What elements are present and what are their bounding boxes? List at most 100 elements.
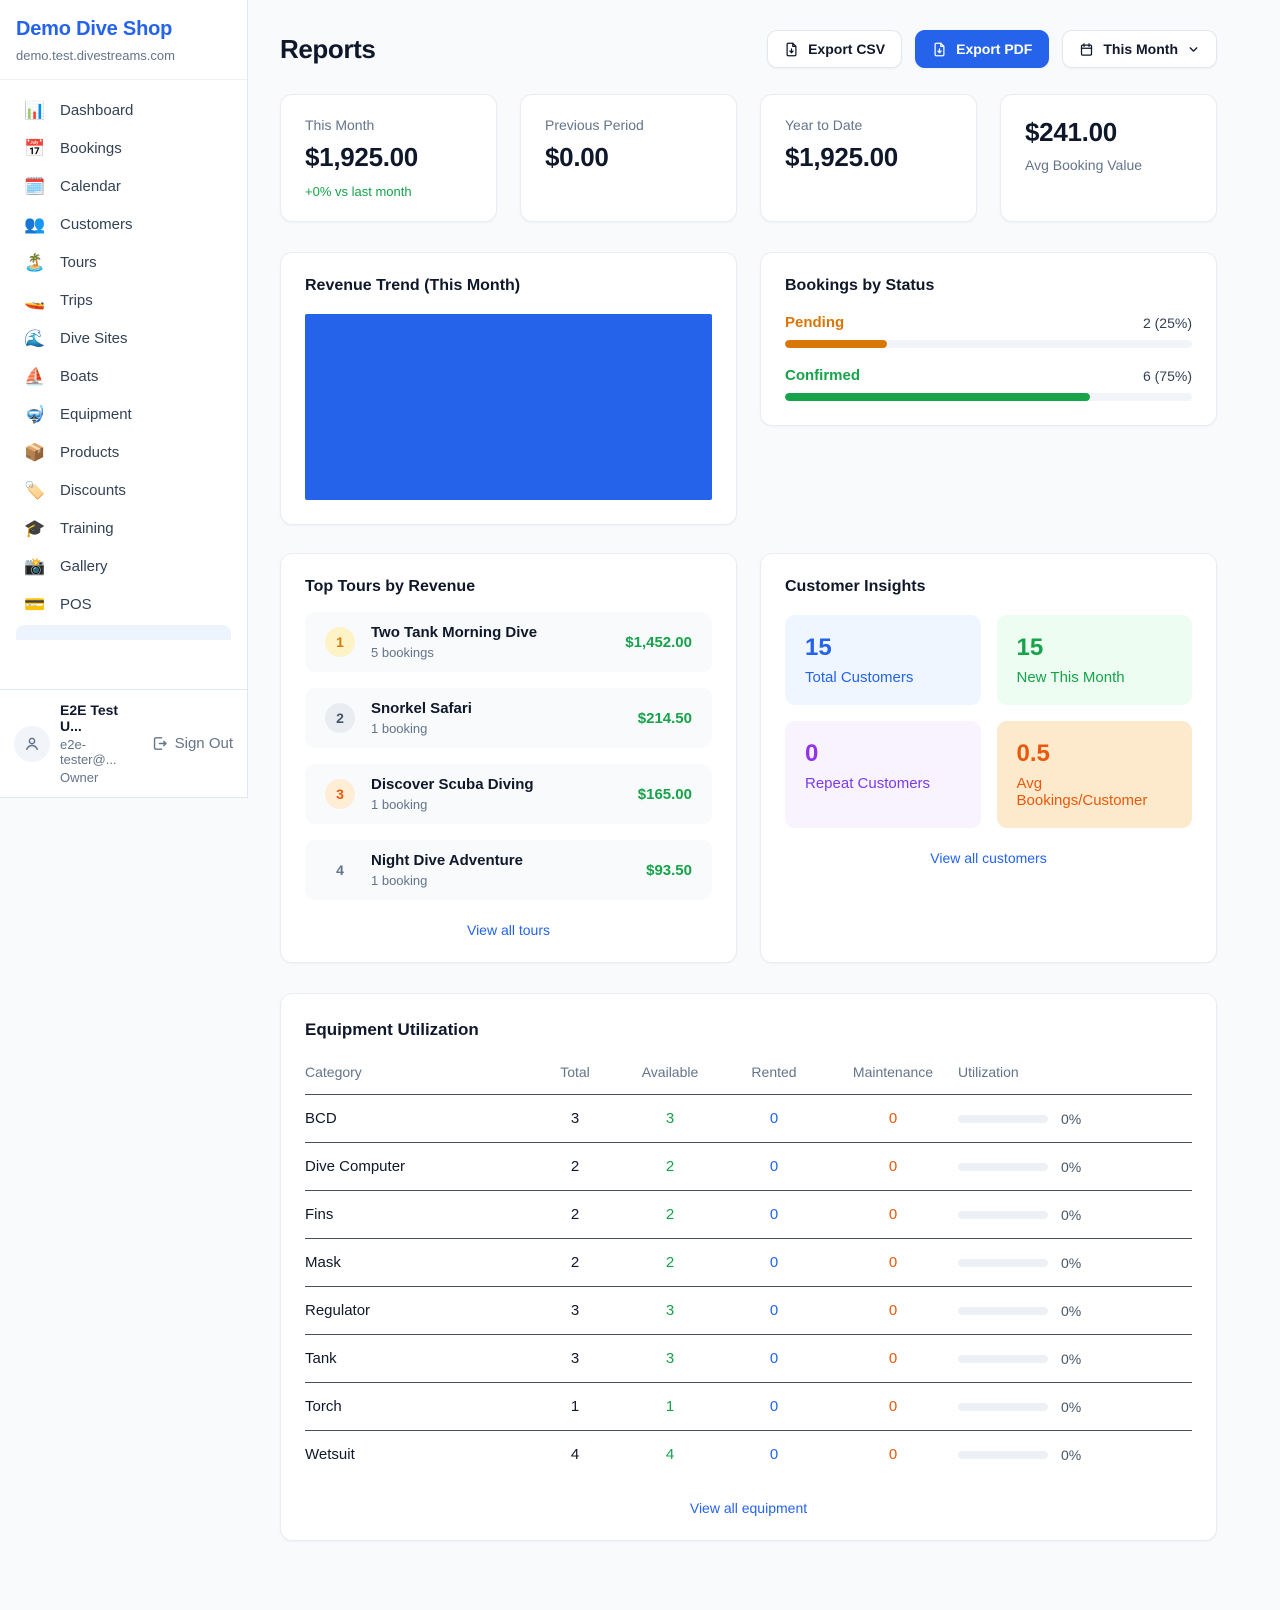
stat-value: $1,925.00	[785, 142, 952, 173]
cell-total: 2	[530, 1239, 620, 1287]
export-csv-label: Export CSV	[808, 41, 885, 57]
revenue-trend-card: Revenue Trend (This Month)	[280, 252, 737, 525]
cell-total: 1	[530, 1383, 620, 1431]
status-row-confirmed: Confirmed 6 (75%)	[785, 367, 1192, 401]
sidebar-item-customers[interactable]: 👥 Customers	[8, 206, 239, 243]
status-bar-fill	[785, 393, 1090, 401]
sidebar-item-trips[interactable]: 🚤 Trips	[8, 282, 239, 319]
table-row: Torch 1 1 0 0 0%	[305, 1383, 1192, 1431]
user-name: E2E Test U...	[60, 702, 141, 734]
cell-category: Fins	[305, 1191, 530, 1239]
tour-bookings: 1 booking	[371, 797, 622, 812]
sidebar-item-label: Dashboard	[60, 102, 133, 119]
sidebar-item-equipment[interactable]: 🤿 Equipment	[8, 396, 239, 433]
cell-rented: 0	[720, 1239, 828, 1287]
sidebar-item-dashboard[interactable]: 📊 Dashboard	[8, 92, 239, 129]
sidebar-item-training[interactable]: 🎓 Training	[8, 510, 239, 547]
sidebar-item-bookings[interactable]: 📅 Bookings	[8, 130, 239, 167]
bookings-icon: 📅	[24, 140, 46, 157]
equipment-utilization-title: Equipment Utilization	[305, 1020, 1192, 1040]
cell-category: BCD	[305, 1095, 530, 1143]
status-bar-track	[785, 340, 1192, 348]
utilization-bar	[958, 1163, 1048, 1171]
equipment-utilization-card: Equipment Utilization Category Total Ava…	[280, 993, 1217, 1541]
products-icon: 📦	[24, 444, 46, 461]
export-pdf-button[interactable]: Export PDF	[915, 30, 1049, 68]
sign-out-label: Sign Out	[175, 735, 233, 752]
table-row: Mask 2 2 0 0 0%	[305, 1239, 1192, 1287]
equipment-icon: 🤿	[24, 406, 46, 423]
utilization-percent: 0%	[1061, 1159, 1081, 1175]
cell-rented: 0	[720, 1287, 828, 1335]
sidebar-item-gallery[interactable]: 📸 Gallery	[8, 548, 239, 585]
sidebar-item-tours[interactable]: 🏝️ Tours	[8, 244, 239, 281]
tile-label: Avg Bookings/Customer	[1017, 775, 1173, 809]
avatar	[14, 726, 50, 762]
utilization-percent: 0%	[1061, 1399, 1081, 1415]
period-label: This Month	[1103, 41, 1178, 57]
table-row: Dive Computer 2 2 0 0 0%	[305, 1143, 1192, 1191]
tour-name: Night Dive Adventure	[371, 852, 630, 869]
sidebar-item-dive-sites[interactable]: 🌊 Dive Sites	[8, 320, 239, 357]
status-count: 2 (25%)	[1143, 315, 1192, 331]
cell-total: 4	[530, 1431, 620, 1479]
user-email: e2e-tester@...	[60, 737, 141, 767]
tour-row: 1 Two Tank Morning Dive 5 bookings $1,45…	[305, 612, 712, 672]
utilization-bar	[958, 1307, 1048, 1315]
cell-available: 2	[620, 1143, 720, 1191]
sidebar-item-boats[interactable]: ⛵ Boats	[8, 358, 239, 395]
column-header-rented: Rented	[720, 1054, 828, 1095]
tour-row: 2 Snorkel Safari 1 booking $214.50	[305, 688, 712, 748]
column-header-available: Available	[620, 1054, 720, 1095]
sign-out-icon	[151, 735, 168, 752]
utilization-bar	[958, 1211, 1048, 1219]
utilization-cell: 0%	[958, 1399, 1192, 1415]
stats-row: This Month $1,925.00 +0% vs last month P…	[280, 94, 1217, 222]
utilization-cell: 0%	[958, 1255, 1192, 1271]
tour-bookings: 5 bookings	[371, 645, 609, 660]
export-csv-button[interactable]: Export CSV	[767, 30, 902, 68]
stat-note: +0% vs last month	[305, 184, 472, 199]
page-title: Reports	[280, 34, 375, 65]
view-all-tours-link[interactable]: View all tours	[305, 922, 712, 938]
customer-insights-title: Customer Insights	[785, 578, 1192, 596]
cell-maintenance: 0	[828, 1191, 958, 1239]
rank-badge: 1	[325, 627, 355, 657]
sidebar-item-discounts[interactable]: 🏷️ Discounts	[8, 472, 239, 509]
insight-tiles: 15 Total Customers 15 New This Month 0 R…	[785, 615, 1192, 828]
cell-total: 3	[530, 1095, 620, 1143]
view-all-customers-link[interactable]: View all customers	[785, 850, 1192, 866]
sidebar-item-label: Gallery	[60, 558, 108, 575]
cell-maintenance: 0	[828, 1239, 958, 1287]
sidebar-item-label: Boats	[60, 368, 98, 385]
cell-total: 3	[530, 1287, 620, 1335]
sidebar-item-pos[interactable]: 💳 POS	[8, 586, 239, 623]
tour-bookings: 1 booking	[371, 721, 622, 736]
cell-total: 2	[530, 1143, 620, 1191]
dive-sites-icon: 🌊	[24, 330, 46, 347]
stat-card-previous-period: Previous Period $0.00	[520, 94, 737, 222]
cell-rented: 0	[720, 1143, 828, 1191]
tile-label: Total Customers	[805, 669, 961, 686]
tile-new-this-month: 15 New This Month	[997, 615, 1193, 705]
sidebar-item-products[interactable]: 📦 Products	[8, 434, 239, 471]
status-label: Confirmed	[785, 367, 860, 384]
sign-out-button[interactable]: Sign Out	[151, 735, 233, 752]
cell-rented: 0	[720, 1191, 828, 1239]
utilization-cell: 0%	[958, 1159, 1192, 1175]
sidebar-item-calendar[interactable]: 🗓️ Calendar	[8, 168, 239, 205]
period-dropdown[interactable]: This Month	[1062, 30, 1217, 68]
stat-card-this-month: This Month $1,925.00 +0% vs last month	[280, 94, 497, 222]
tile-value: 15	[1017, 634, 1173, 662]
utilization-bar	[958, 1355, 1048, 1363]
rank-badge: 3	[325, 779, 355, 809]
view-all-equipment-link[interactable]: View all equipment	[305, 1500, 1192, 1516]
sidebar-active-item-partial[interactable]	[16, 625, 231, 640]
tour-revenue: $214.50	[638, 710, 692, 727]
sidebar: Demo Dive Shop demo.test.divestreams.com…	[0, 0, 248, 798]
utilization-bar	[958, 1259, 1048, 1267]
tour-row: 3 Discover Scuba Diving 1 booking $165.0…	[305, 764, 712, 824]
dashboard-icon: 📊	[24, 102, 46, 119]
tile-total-customers: 15 Total Customers	[785, 615, 981, 705]
discounts-icon: 🏷️	[24, 482, 46, 499]
